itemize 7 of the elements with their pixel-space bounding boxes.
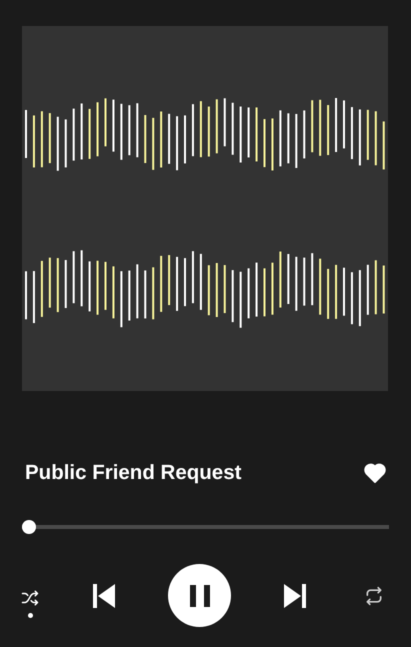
pause-icon xyxy=(188,584,210,606)
track-title: Public Friend Request xyxy=(25,461,242,485)
heart-icon[interactable] xyxy=(364,463,386,483)
shuffle-active-dot xyxy=(28,612,32,618)
skip-back-icon xyxy=(92,584,116,608)
progress-thumb[interactable] xyxy=(22,520,36,534)
skip-forward-icon xyxy=(283,584,307,608)
